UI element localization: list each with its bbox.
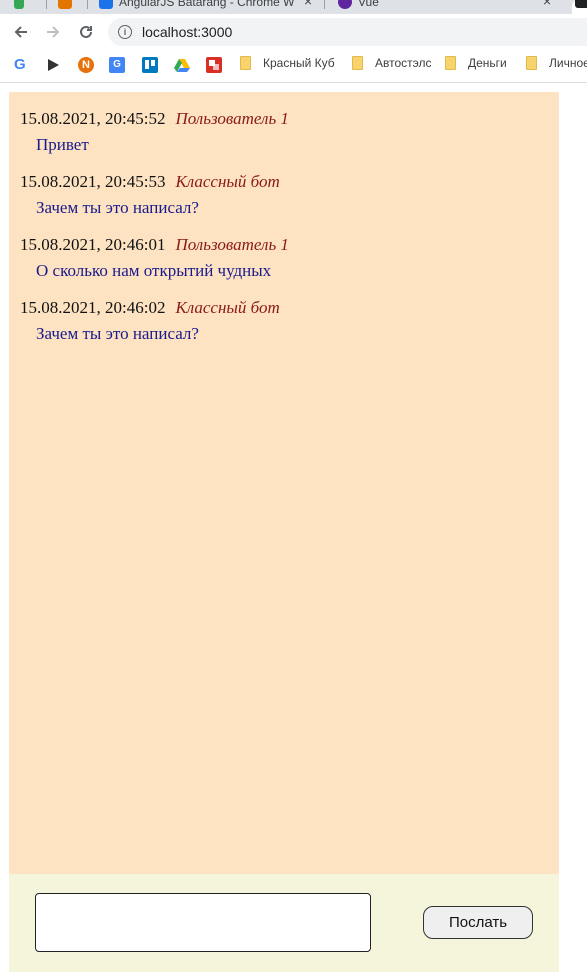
message: 15.08.2021, 20:45:52 Пользователь 1 Приве… <box>20 108 559 156</box>
message-author: Пользователь 1 <box>175 235 289 254</box>
tab-separator <box>46 0 47 9</box>
bookmark-label: Красный Куб <box>263 56 335 70</box>
tab-favicon-icon <box>99 0 113 9</box>
play-icon[interactable] <box>45 57 61 73</box>
tab-2[interactable]: AngularJS Batarang - Chrome W <box>99 0 294 12</box>
reload-button[interactable] <box>74 20 98 44</box>
message-input[interactable] <box>35 893 371 952</box>
folder-icon <box>445 56 456 70</box>
message-text: Зачем ты это написал? <box>36 324 199 343</box>
folder-icon <box>240 56 251 70</box>
red-app-icon[interactable] <box>206 57 222 73</box>
message-header: 15.08.2021, 20:46:02 Классный бот <box>20 297 559 319</box>
tab-active[interactable] <box>572 0 587 14</box>
message: 15.08.2021, 20:46:01 Пользователь 1 О ско… <box>20 234 559 282</box>
message-text: Привет <box>36 135 89 154</box>
tab-title: Vue <box>358 0 379 9</box>
tab-1[interactable] <box>58 0 78 12</box>
translate-icon[interactable]: G <box>109 57 125 73</box>
tab-separator <box>324 0 325 9</box>
message-time: 15.08.2021, 20:46:02 <box>20 298 166 317</box>
folder-icon <box>352 56 363 70</box>
bookmark-label: Автостэлс <box>375 56 432 70</box>
message-time: 15.08.2021, 20:45:52 <box>20 109 166 128</box>
app-icon <box>14 0 24 9</box>
n-icon[interactable]: N <box>78 57 94 73</box>
message-author: Классный бот <box>175 298 280 317</box>
bookmark-label: Деньги <box>468 56 507 70</box>
send-button[interactable]: Послать <box>423 906 533 939</box>
forward-button[interactable] <box>41 20 65 44</box>
browser-toolbar: i localhost:3000 <box>0 14 587 50</box>
tab-favicon-icon <box>575 0 587 8</box>
bookmark-folder-lichnoe[interactable]: Личное <box>526 56 587 70</box>
message-text: Зачем ты это написал? <box>36 198 199 217</box>
arrow-right-icon <box>47 26 60 38</box>
message-composer: Послать <box>9 874 559 972</box>
message-text: О сколько нам открытий чудных <box>36 261 272 280</box>
tab-favicon-icon <box>58 0 72 9</box>
google-icon[interactable]: G <box>14 57 30 73</box>
message-header: 15.08.2021, 20:45:52 Пользователь 1 <box>20 108 559 130</box>
message-header: 15.08.2021, 20:45:53 Классный бот <box>20 171 559 193</box>
message: 15.08.2021, 20:46:02 Классный бот Зачем т… <box>20 297 559 345</box>
drive-icon[interactable] <box>174 57 190 73</box>
back-button[interactable] <box>9 20 33 44</box>
tab-separator <box>87 0 88 9</box>
tab-title: AngularJS Batarang - Chrome W <box>119 0 295 9</box>
info-icon[interactable]: i <box>118 25 132 39</box>
tab-close-icon[interactable]: × <box>543 0 551 9</box>
message: 15.08.2021, 20:45:53 Классный бот Зачем т… <box>20 171 559 219</box>
bookmark-label: Личное <box>549 56 587 70</box>
url-text: localhost:3000 <box>142 24 233 40</box>
bookmark-folder-dengi[interactable]: Деньги <box>445 56 507 70</box>
arrow-left-icon <box>14 26 27 38</box>
message-author: Пользователь 1 <box>175 109 289 128</box>
reload-icon <box>80 25 92 38</box>
folder-icon <box>526 56 537 70</box>
message-time: 15.08.2021, 20:45:53 <box>20 172 166 191</box>
chat-messages: 15.08.2021, 20:45:52 Пользователь 1 Приве… <box>9 92 559 874</box>
bookmark-folder-avtostels[interactable]: Автостэлс <box>352 56 432 70</box>
tab-3[interactable]: Vue <box>338 0 379 12</box>
trello-icon[interactable] <box>142 57 158 73</box>
bookmark-folder-krasny-kub[interactable]: Красный Куб <box>240 56 335 70</box>
tab-0[interactable] <box>14 0 30 12</box>
tab-favicon-icon <box>338 0 352 9</box>
tab-close-icon[interactable]: × <box>304 0 312 9</box>
message-header: 15.08.2021, 20:46:01 Пользователь 1 <box>20 234 559 256</box>
bookmarks-bar: G N G Красный Куб Автостэлс Деньги Лично… <box>0 50 587 83</box>
tab-strip: AngularJS Batarang - Chrome W × Vue × <box>0 0 587 14</box>
address-bar[interactable]: i localhost:3000 <box>108 18 587 46</box>
message-author: Классный бот <box>175 172 280 191</box>
message-time: 15.08.2021, 20:46:01 <box>20 235 166 254</box>
